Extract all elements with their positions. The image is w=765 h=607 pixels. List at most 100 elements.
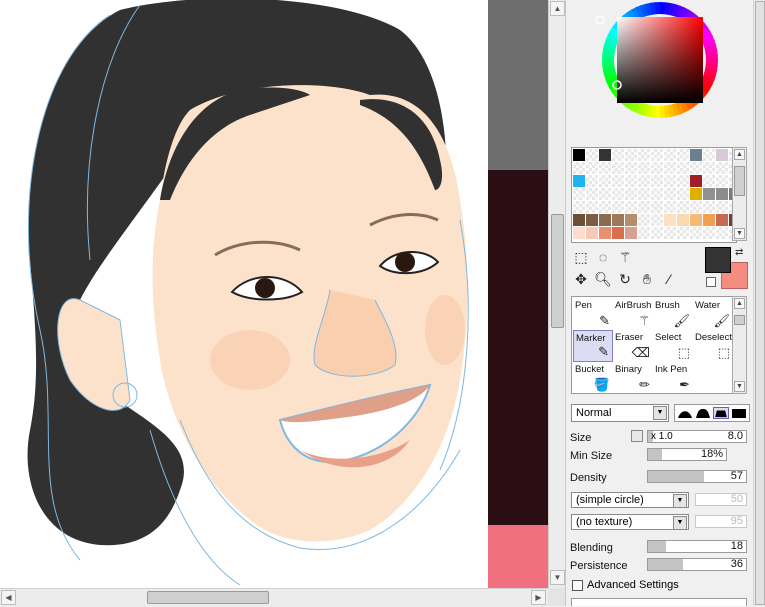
swatch-cell[interactable] xyxy=(703,227,715,239)
select-rect-icon[interactable]: ⬚ xyxy=(572,248,590,266)
swatch-cell[interactable] xyxy=(716,175,728,187)
swatch-scroll-down[interactable]: ▼ xyxy=(734,228,745,239)
swatch-cell[interactable] xyxy=(599,149,611,161)
shape-hard-icon[interactable] xyxy=(713,407,729,419)
swatch-cell[interactable] xyxy=(664,201,676,213)
swatch-cell[interactable] xyxy=(703,188,715,200)
swatch-cell[interactable] xyxy=(625,201,637,213)
swatch-cell[interactable] xyxy=(716,162,728,174)
swatch-cell[interactable] xyxy=(703,149,715,161)
blending-slider[interactable]: 18 xyxy=(647,540,747,553)
swatch-cell[interactable] xyxy=(586,188,598,200)
hand-icon[interactable]: ✋︎ xyxy=(638,270,656,288)
swatch-cell[interactable] xyxy=(677,175,689,187)
swatch-cell[interactable] xyxy=(586,227,598,239)
swatch-cell[interactable] xyxy=(664,188,676,200)
swatch-cell[interactable] xyxy=(664,162,676,174)
brush-scroll-thumb[interactable] xyxy=(734,315,745,325)
color-swatches[interactable] xyxy=(571,147,737,243)
brush-scroll-up[interactable]: ▲ xyxy=(734,298,745,309)
swatch-cell[interactable] xyxy=(716,214,728,226)
horizontal-scroll-thumb[interactable] xyxy=(147,591,269,604)
swatch-cell[interactable] xyxy=(638,214,650,226)
swatch-cell[interactable] xyxy=(651,175,663,187)
size-preset-button[interactable] xyxy=(631,430,643,442)
swatch-cell[interactable] xyxy=(677,149,689,161)
swatch-cell[interactable] xyxy=(651,162,663,174)
swatch-cell[interactable] xyxy=(677,201,689,213)
swatch-cell[interactable] xyxy=(651,149,663,161)
magic-wand-icon[interactable]: ⚚ xyxy=(616,248,634,266)
swatch-cell[interactable] xyxy=(677,214,689,226)
swatch-cell[interactable] xyxy=(625,175,637,187)
swatch-cell[interactable] xyxy=(703,214,715,226)
swatch-cell[interactable] xyxy=(625,227,637,239)
swatch-cell[interactable] xyxy=(573,149,585,161)
swatch-cell[interactable] xyxy=(690,201,702,213)
rotate-icon[interactable]: ↻ xyxy=(616,270,634,288)
swap-colors-icon[interactable]: ⇄ xyxy=(735,247,743,258)
brush-select-button[interactable]: Select ⬚ xyxy=(653,330,693,362)
swatch-cell[interactable] xyxy=(586,162,598,174)
vertical-scroll-thumb[interactable] xyxy=(551,214,564,328)
swatch-cell[interactable] xyxy=(586,175,598,187)
swatch-cell[interactable] xyxy=(677,188,689,200)
swatch-cell[interactable] xyxy=(716,227,728,239)
brush-airbrush-button[interactable]: AirBrush ⚚ xyxy=(613,298,653,330)
swatch-cell[interactable] xyxy=(716,201,728,213)
swatch-cell[interactable] xyxy=(586,214,598,226)
shape-square-icon[interactable] xyxy=(731,407,747,419)
swatch-cell[interactable] xyxy=(612,214,624,226)
blend-mode-select[interactable]: Normal ▼ xyxy=(571,404,669,422)
swatch-cell[interactable] xyxy=(638,188,650,200)
swatch-cell[interactable] xyxy=(625,162,637,174)
brush-scrollbar[interactable]: ▲ ▼ xyxy=(732,296,747,394)
swatch-cell[interactable] xyxy=(612,227,624,239)
swatch-cell[interactable] xyxy=(690,149,702,161)
swatch-cell[interactable] xyxy=(573,201,585,213)
shape-medium-icon[interactable] xyxy=(695,407,711,419)
swatch-cell[interactable] xyxy=(690,175,702,187)
brush-pen-button[interactable]: Pen ✎ xyxy=(573,298,613,330)
swatch-cell[interactable] xyxy=(599,201,611,213)
brush-brush-button[interactable]: Brush 🖌 xyxy=(653,298,693,330)
swatch-cell[interactable] xyxy=(677,227,689,239)
brush-texture-select[interactable]: (no texture) ▼ xyxy=(571,514,689,530)
swatch-cell[interactable] xyxy=(638,175,650,187)
swatch-cell[interactable] xyxy=(664,227,676,239)
brush-bucket-button[interactable]: Bucket 🪣 xyxy=(573,362,613,394)
swatch-cell[interactable] xyxy=(651,188,663,200)
swatch-cell[interactable] xyxy=(638,201,650,213)
swatch-cell[interactable] xyxy=(690,214,702,226)
swatch-cell[interactable] xyxy=(664,175,676,187)
brush-shape-select[interactable]: (simple circle) ▼ xyxy=(571,492,689,508)
swatch-cell[interactable] xyxy=(703,201,715,213)
swatch-cell[interactable] xyxy=(573,188,585,200)
swatch-cell[interactable] xyxy=(664,149,676,161)
brush-ink-pen-button[interactable]: Ink Pen ✒ xyxy=(653,362,693,394)
density-slider[interactable]: 57 xyxy=(647,470,747,483)
swatch-cell[interactable] xyxy=(599,175,611,187)
swatch-cell[interactable] xyxy=(586,149,598,161)
swatch-cell[interactable] xyxy=(690,227,702,239)
scroll-left-button[interactable]: ◀ xyxy=(1,590,16,605)
swatch-cell[interactable] xyxy=(638,227,650,239)
swatch-cell[interactable] xyxy=(651,201,663,213)
brush-binary-button[interactable]: Binary ✏ xyxy=(613,362,653,394)
swatch-cell[interactable] xyxy=(716,149,728,161)
swatch-cell[interactable] xyxy=(690,188,702,200)
canvas-horizontal-scrollbar[interactable]: ◀ ▶ xyxy=(0,588,548,607)
swatch-cell[interactable] xyxy=(651,227,663,239)
zoom-icon[interactable]: 🔍︎ xyxy=(594,270,612,288)
swatch-cell[interactable] xyxy=(612,188,624,200)
brush-deselect-button[interactable]: Deselect ⬚ xyxy=(693,330,733,362)
advanced-settings-checkbox[interactable] xyxy=(572,580,583,591)
swatch-cell[interactable] xyxy=(599,162,611,174)
brush-eraser-button[interactable]: Eraser ⌫ xyxy=(613,330,653,362)
swatch-cell[interactable] xyxy=(586,201,598,213)
eyedropper-icon[interactable]: ⁄ xyxy=(660,270,678,288)
swatch-cell[interactable] xyxy=(573,227,585,239)
panel-scrollbar[interactable] xyxy=(753,0,765,606)
swatch-cell[interactable] xyxy=(625,149,637,161)
min-size-slider[interactable]: 18% xyxy=(647,448,727,461)
